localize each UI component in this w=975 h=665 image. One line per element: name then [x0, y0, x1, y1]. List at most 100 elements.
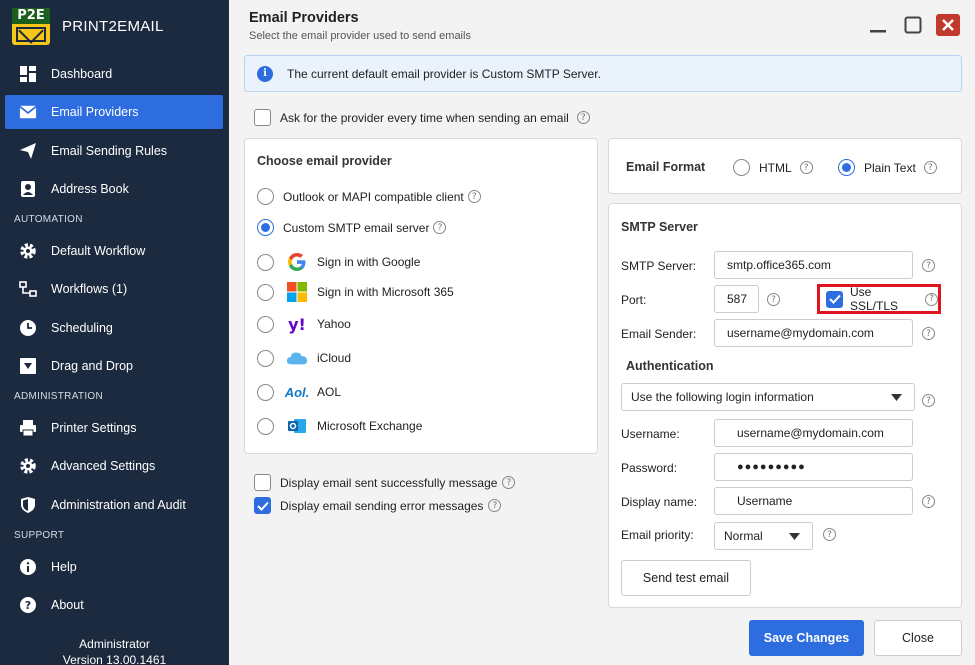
help-icon[interactable]: ? — [433, 221, 447, 234]
sidebar-item-printer-settings[interactable]: Printer Settings — [5, 411, 223, 445]
radio-microsoft365[interactable] — [257, 283, 274, 301]
help-icon[interactable]: ? — [799, 161, 813, 174]
sidebar-item-label: Workflows (1) — [51, 282, 128, 296]
maximize-icon — [904, 16, 922, 34]
help-icon[interactable]: ? — [767, 293, 780, 306]
provider-option-google[interactable]: Sign in with Google — [257, 251, 420, 273]
help-icon[interactable]: ? — [488, 499, 502, 512]
close-window-button[interactable] — [936, 14, 960, 36]
sidebar-item-scheduling[interactable]: Scheduling — [5, 311, 223, 345]
password-input[interactable]: ●●●●●●●●● — [714, 453, 913, 481]
dashboard-icon — [19, 65, 37, 83]
sidebar: P2E PRINT2EMAIL Dashboard Email Provider… — [0, 0, 229, 665]
address-book-icon — [19, 180, 37, 198]
sidebar-item-help[interactable]: Help — [5, 550, 223, 584]
sidebar-item-about[interactable]: ? About — [5, 588, 223, 622]
radio-google[interactable] — [257, 253, 274, 271]
ssl-checkbox[interactable] — [826, 290, 843, 308]
provider-option-microsoft365[interactable]: Sign in with Microsoft 365 — [257, 281, 454, 303]
email-priority-select[interactable]: Normal — [714, 522, 813, 550]
ssl-label: Use SSL/TLS — [850, 285, 899, 313]
smtp-server-input[interactable]: smtp.office365.com — [714, 251, 913, 279]
workflow-icon — [19, 280, 37, 298]
radio-yahoo[interactable] — [257, 315, 274, 333]
brand: P2E PRINT2EMAIL — [12, 8, 164, 45]
sidebar-item-label: Default Workflow — [51, 244, 146, 258]
help-icon[interactable]: ? — [922, 394, 935, 407]
display-error-checkbox[interactable] — [254, 497, 271, 514]
sidebar-item-label: Drag and Drop — [51, 359, 133, 373]
help-icon[interactable]: ? — [925, 292, 938, 306]
provider-option-smtp[interactable]: Custom SMTP email server ? — [257, 219, 447, 236]
password-label: Password: — [621, 461, 678, 475]
sidebar-item-address-book[interactable]: Address Book — [5, 172, 223, 206]
help-icon[interactable]: ? — [922, 495, 935, 508]
sidebar-item-label: Scheduling — [51, 321, 113, 335]
clock-icon — [19, 319, 37, 337]
radio-plain-text[interactable] — [838, 159, 855, 176]
section-label-support: SUPPORT — [14, 530, 65, 541]
port-input[interactable]: 587 — [714, 285, 759, 313]
provider-option-aol[interactable]: Aol. AOL — [257, 381, 341, 403]
provider-label: Sign in with Google — [317, 255, 421, 269]
provider-option-icloud[interactable]: iCloud — [257, 347, 351, 369]
sidebar-item-default-workflow[interactable]: Default Workflow — [5, 234, 223, 268]
close-button[interactable]: Close — [874, 620, 962, 656]
provider-option-yahoo[interactable]: y! Yahoo — [257, 313, 351, 335]
display-success-checkbox[interactable] — [254, 474, 271, 491]
provider-label: Custom SMTP email server — [283, 220, 430, 235]
help-icon[interactable]: ? — [502, 476, 516, 489]
format-option-html[interactable]: HTML ? — [733, 159, 813, 176]
provider-option-outlook[interactable]: Outlook or MAPI compatible client ? — [257, 188, 481, 205]
section-label-automation: AUTOMATION — [14, 214, 83, 225]
sidebar-item-workflows[interactable]: Workflows (1) — [5, 272, 223, 306]
radio-exchange[interactable] — [257, 417, 274, 435]
app-logo: P2E — [12, 8, 50, 45]
email-sender-input[interactable]: username@mydomain.com — [714, 319, 913, 347]
maximize-button[interactable] — [901, 14, 925, 36]
radio-smtp[interactable] — [257, 219, 274, 236]
exchange-icon — [286, 415, 308, 437]
ssl-highlight-box: Use SSL/TLS ? — [817, 284, 941, 314]
help-icon[interactable]: ? — [922, 259, 935, 272]
sidebar-item-administration-audit[interactable]: Administration and Audit — [5, 488, 223, 522]
ask-provider-row: Ask for the provider every time when sen… — [254, 109, 590, 126]
provider-label: Microsoft Exchange — [317, 419, 423, 433]
username-input[interactable]: username@mydomain.com — [714, 419, 913, 447]
sidebar-item-advanced-settings[interactable]: Advanced Settings — [5, 449, 223, 483]
radio-outlook[interactable] — [257, 188, 274, 205]
format-option-plain[interactable]: Plain Text ? — [838, 159, 937, 176]
minimize-button[interactable] — [866, 14, 890, 36]
radio-html[interactable] — [733, 159, 750, 176]
help-icon[interactable]: ? — [823, 528, 836, 541]
sidebar-item-label: Email Sending Rules — [51, 144, 168, 158]
help-icon[interactable]: ? — [923, 161, 937, 174]
page-title: Email Providers — [249, 10, 359, 26]
aol-icon: Aol. — [284, 384, 310, 400]
help-icon[interactable]: ? — [922, 327, 935, 340]
sidebar-item-drag-and-drop[interactable]: Drag and Drop — [5, 349, 223, 383]
display-error-row: Display email sending error messages ? — [254, 497, 502, 514]
help-icon[interactable]: ? — [576, 111, 590, 124]
provider-option-exchange[interactable]: Microsoft Exchange — [257, 415, 422, 437]
display-error-label: Display email sending error messages — [280, 498, 484, 513]
smtp-panel-title: SMTP Server — [621, 220, 698, 234]
radio-aol[interactable] — [257, 383, 274, 401]
sidebar-item-email-sending-rules[interactable]: Email Sending Rules — [5, 134, 223, 168]
sidebar-item-label: Email Providers — [51, 105, 139, 119]
save-changes-button[interactable]: Save Changes — [749, 620, 864, 656]
sidebar-item-dashboard[interactable]: Dashboard — [5, 57, 223, 91]
ask-provider-checkbox[interactable] — [254, 109, 271, 126]
user-name: Administrator — [79, 637, 150, 651]
sidebar-item-label: Help — [51, 560, 77, 574]
display-success-row: Display email sent successfully message … — [254, 474, 516, 491]
auth-mode-select[interactable]: Use the following login information — [621, 383, 915, 411]
port-label: Port: — [621, 293, 647, 307]
radio-icloud[interactable] — [257, 349, 274, 367]
help-icon[interactable]: ? — [467, 190, 481, 203]
drag-drop-icon — [19, 357, 37, 375]
display-name-input[interactable]: Username — [714, 487, 913, 515]
send-test-email-button[interactable]: Send test email — [621, 560, 751, 596]
sidebar-item-email-providers[interactable]: Email Providers — [5, 95, 223, 129]
google-icon — [286, 251, 308, 273]
